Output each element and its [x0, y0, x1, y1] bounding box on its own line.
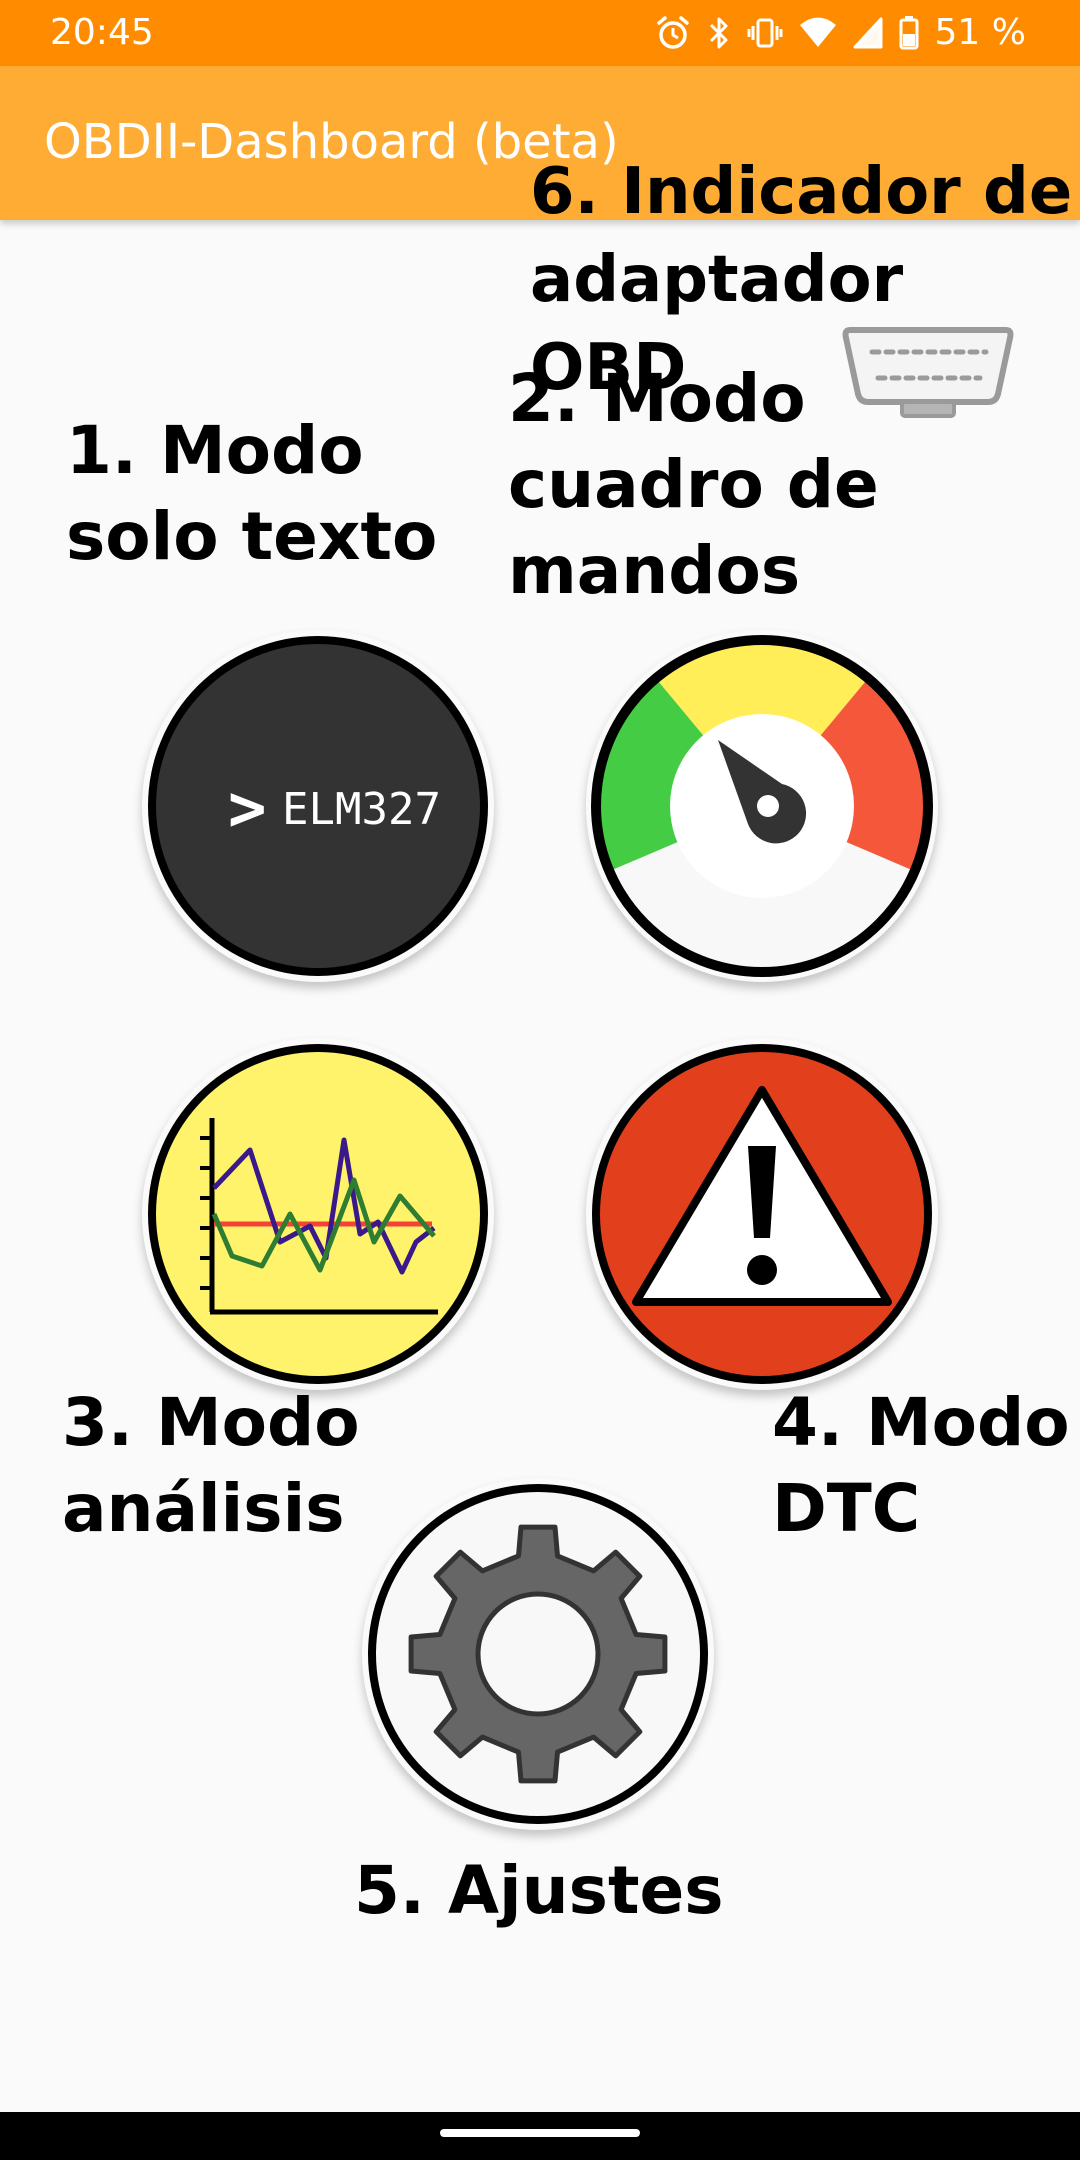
- battery-percent: 51 %: [934, 12, 1026, 53]
- obd-connector-icon[interactable]: [842, 322, 1014, 426]
- status-time: 20:45: [50, 12, 154, 53]
- terminal-icon: > ELM327: [228, 772, 441, 846]
- settings-button[interactable]: [362, 1478, 714, 1830]
- battery-icon: [899, 16, 919, 50]
- analysis-mode-button[interactable]: [142, 1038, 494, 1390]
- prompt-text: ELM327: [282, 784, 441, 835]
- label-text-mode: 1. Modo solo texto: [66, 412, 438, 575]
- text-mode-button[interactable]: > ELM327: [142, 630, 494, 982]
- label-settings: 5. Ajustes: [354, 1852, 724, 1929]
- label-analysis-mode: 3. Modo análisis: [62, 1384, 360, 1547]
- gear-hole: [475, 1591, 601, 1717]
- home-gesture-handle[interactable]: [440, 2129, 640, 2137]
- status-icons: 51 %: [655, 12, 1026, 54]
- screen: 20:45 51 % OBDII-Dashboard (beta) 6. Ind…: [0, 0, 1080, 2160]
- navigation-bar: [0, 2112, 1080, 2160]
- bluetooth-icon: [707, 15, 731, 51]
- wifi-icon: [799, 16, 837, 50]
- status-bar: 20:45 51 %: [0, 0, 1080, 66]
- cell-signal-icon: [853, 17, 883, 49]
- dashboard-mode-button[interactable]: [586, 630, 938, 982]
- alarm-icon: [655, 15, 691, 51]
- label-dashboard-mode: 2. Modo cuadro de mandos: [508, 360, 879, 609]
- label-dtc-mode: 4. Modo DTC: [772, 1384, 1070, 1547]
- prompt-symbol: >: [228, 772, 267, 846]
- dtc-mode-button[interactable]: [586, 1038, 938, 1390]
- vibrate-icon: [747, 15, 783, 51]
- gear-icon: [408, 1524, 668, 1784]
